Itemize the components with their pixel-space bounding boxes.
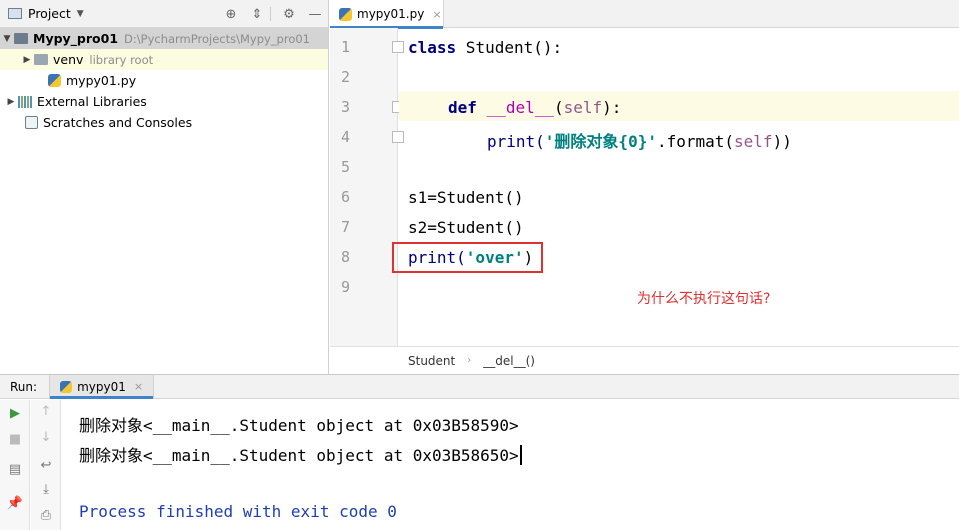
close-icon[interactable]: × (134, 380, 143, 393)
code-line-6: s1=Student() (408, 188, 524, 207)
folder-icon (14, 33, 28, 44)
tab-label: mypy01.py (357, 7, 425, 21)
project-panel-header: Project ▼ ⊕ ⇕ ⚙ — (0, 0, 328, 28)
line-number: 6 (340, 188, 350, 206)
tree-item-external-libraries[interactable]: ▶ External Libraries (0, 91, 328, 112)
tree-item-venv[interactable]: ▶ venv library root (0, 49, 328, 70)
line-number: 2 (340, 68, 350, 86)
project-folder-icon (8, 8, 22, 19)
code-area[interactable]: class Student(): def __del__(self): prin… (392, 28, 959, 346)
chevron-right-icon[interactable]: ▶ (20, 55, 34, 65)
python-file-icon (339, 7, 352, 21)
scroll-down-icon[interactable]: ↓ (31, 430, 61, 445)
layout-icon[interactable]: ▤ (0, 462, 30, 477)
pin-icon[interactable]: 📌 (0, 496, 30, 511)
code-line-7: s2=Student() (408, 218, 524, 237)
run-panel: Run: mypy01 × ▶ ■ ▤ 📌 ↑ ↓ ↩ ⤓ ⎙ 删除对象<__m… (0, 374, 959, 530)
line-number: 5 (340, 158, 350, 176)
tab-run-mypy01[interactable]: mypy01 × (49, 374, 155, 399)
tree-item-note: library root (89, 52, 154, 67)
tree-item-path: D:\PycharmProjects\Mypy_pro01 (124, 31, 311, 46)
code-line-4: print('删除对象{0}'.format(self)) (487, 132, 792, 151)
tab-mypy01[interactable]: mypy01.py × (330, 0, 444, 29)
folder-icon (34, 54, 48, 65)
console-line: 删除对象<__main__.Student object at 0x03B585… (79, 416, 519, 435)
code-line-1: class Student(): (408, 38, 563, 57)
chevron-right-icon: › (467, 355, 472, 366)
tree-item-label: Scratches and Consoles (43, 115, 193, 130)
breadcrumb: Student › __del__() (330, 346, 959, 374)
chevron-down-icon[interactable]: ▼ (0, 34, 14, 44)
chevron-down-icon[interactable]: ▼ (77, 9, 84, 19)
run-label: Run: (10, 379, 38, 394)
project-panel: Project ▼ ⊕ ⇕ ⚙ — ▼ Mypy_pro01 D:\Pychar… (0, 0, 329, 374)
breadcrumb-item-method[interactable]: __del__() (483, 354, 535, 368)
line-number: 7 (340, 218, 350, 236)
breadcrumb-item-class[interactable]: Student (408, 354, 455, 368)
console-output[interactable]: 删除对象<__main__.Student object at 0x03B585… (62, 400, 959, 530)
run-toolbar-left: ▶ ■ ▤ 📌 (0, 400, 30, 530)
tree-item-project-root[interactable]: ▼ Mypy_pro01 D:\PycharmProjects\Mypy_pro… (0, 28, 328, 49)
collapse-icon[interactable]: ⇕ (244, 7, 270, 22)
console-line-exit: Process finished with exit code 0 (79, 502, 397, 521)
tree-item-label: venv (53, 52, 84, 67)
line-number: 4 (340, 128, 350, 146)
tree-item-label: External Libraries (37, 94, 147, 109)
gear-icon[interactable]: ⚙ (276, 7, 302, 22)
editor-tab-bar: mypy01.py × (330, 0, 959, 29)
line-number: 9 (340, 278, 350, 296)
soft-wrap-icon[interactable]: ↩ (31, 458, 61, 473)
annotation-text: 为什么不执行这句话? (637, 291, 771, 307)
chevron-right-icon[interactable]: ▶ (4, 97, 18, 107)
python-file-icon (48, 74, 61, 87)
run-tab-label: mypy01 (77, 379, 126, 394)
console-line: 删除对象<__main__.Student object at 0x03B586… (79, 442, 522, 466)
rerun-icon[interactable]: ▶ (0, 406, 30, 421)
text-cursor (519, 445, 522, 465)
tree-item-scratches[interactable]: Scratches and Consoles (0, 112, 328, 133)
close-icon[interactable]: × (432, 8, 441, 21)
run-toolbar-right: ↑ ↓ ↩ ⤓ ⎙ (31, 400, 61, 530)
editor: mypy01.py × 1 2 3 4 5 6 7 8 9 class Stud… (330, 0, 959, 374)
scratches-icon (25, 116, 38, 129)
run-panel-header: Run: mypy01 × (0, 374, 959, 399)
print-icon[interactable]: ⎙ (31, 508, 61, 523)
line-number-gutter: 1 2 3 4 5 6 7 8 9 (330, 28, 404, 346)
red-highlight-box (392, 242, 543, 273)
line-number: 8 (340, 248, 350, 266)
crosshair-icon[interactable]: ⊕ (218, 7, 244, 22)
python-icon (60, 380, 73, 393)
scroll-up-icon[interactable]: ↑ (31, 404, 61, 419)
code-line-3: def __del__(self): (448, 98, 622, 117)
stop-icon[interactable]: ■ (0, 432, 30, 447)
scroll-to-end-icon[interactable]: ⤓ (31, 482, 61, 497)
tree-item-file[interactable]: mypy01.py (0, 70, 328, 91)
library-icon (18, 95, 32, 108)
hide-icon[interactable]: — (302, 7, 328, 22)
line-number: 1 (340, 38, 350, 56)
line-number: 3 (340, 98, 350, 116)
project-view-title[interactable]: Project (28, 6, 71, 21)
tree-item-label: Mypy_pro01 (33, 31, 119, 46)
tree-item-label: mypy01.py (66, 73, 137, 88)
